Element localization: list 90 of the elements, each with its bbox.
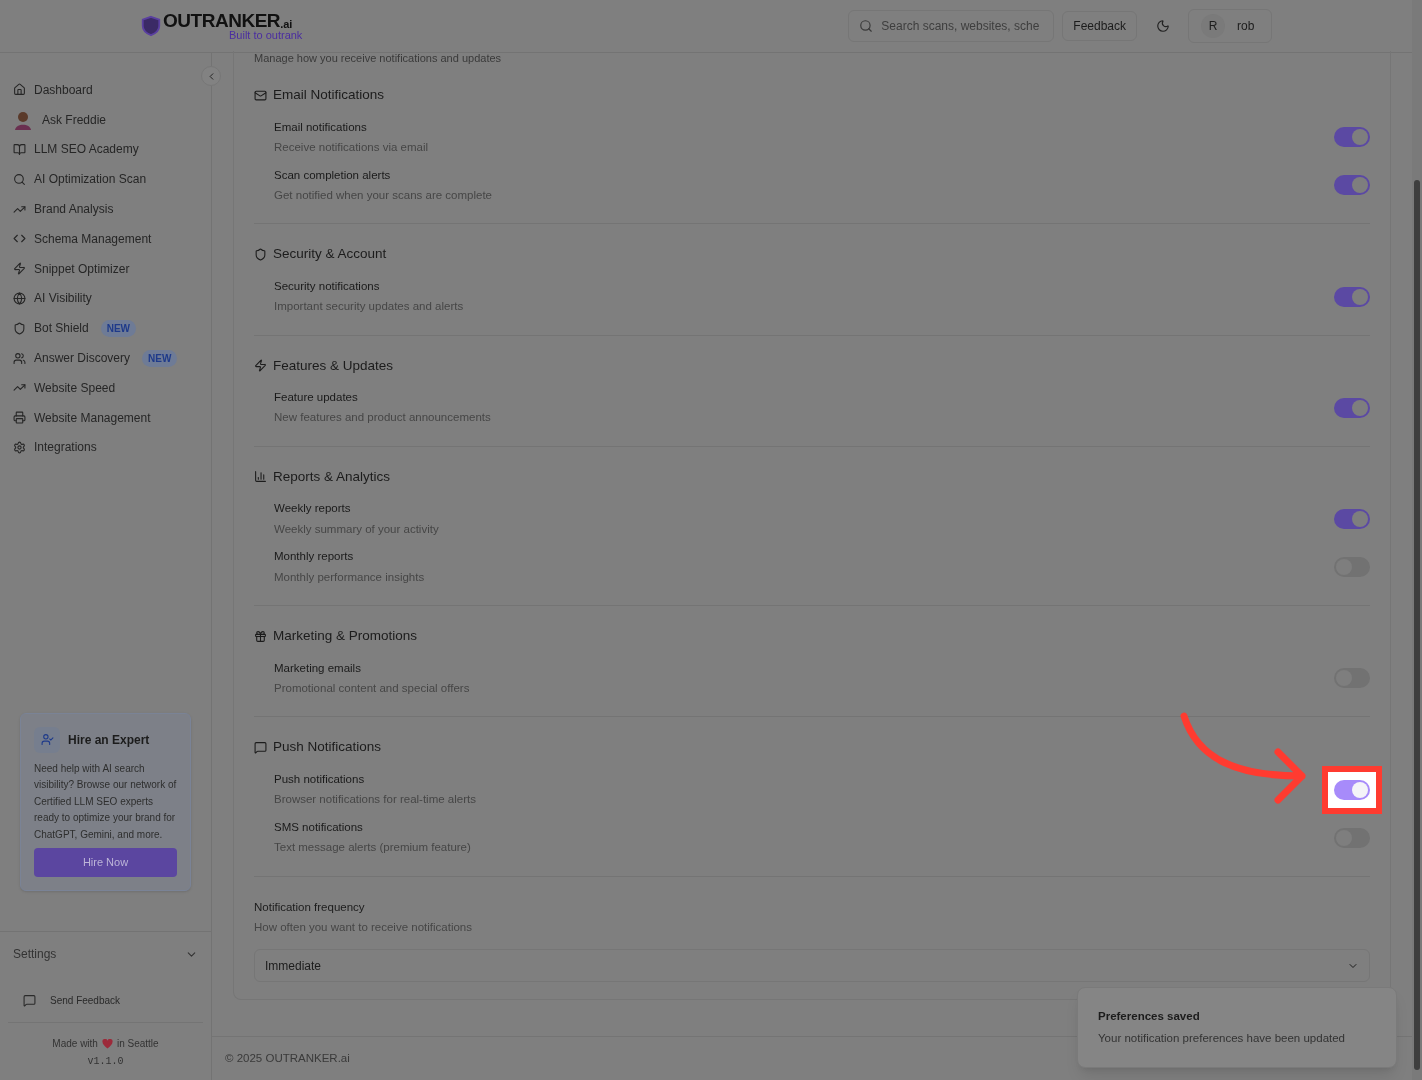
search-icon <box>13 172 26 186</box>
setting-label: SMS notifications <box>274 819 364 835</box>
shield-icon <box>254 247 267 261</box>
sidebar-item[interactable]: Website Management <box>13 402 198 433</box>
setting-description: Promotional content and special offers <box>274 680 470 696</box>
frequency-select[interactable]: Immediate <box>254 949 1370 982</box>
setting-label: Push notifications <box>274 771 366 787</box>
frequency-label: Notification frequency <box>254 899 366 915</box>
shield-icon <box>13 321 26 335</box>
version-label: v1.1.0 <box>87 1055 124 1069</box>
sidebar-item[interactable]: Bot Shield NEW <box>13 313 198 344</box>
sidebar-item[interactable]: Integrations <box>13 432 198 463</box>
lightning-icon <box>254 359 267 373</box>
mail-icon <box>254 88 267 102</box>
setting-label: Marketing emails <box>274 660 362 676</box>
bar-chart-icon <box>254 470 267 484</box>
theme-toggle-icon[interactable] <box>1156 19 1170 33</box>
toggle-switch[interactable] <box>1334 127 1370 148</box>
section-title: Features & Updates <box>273 356 394 375</box>
chat-icon <box>23 994 36 1007</box>
setting-label: Monthly reports <box>274 549 355 565</box>
send-feedback-link[interactable]: Send Feedback <box>23 993 211 1008</box>
home-icon <box>13 83 26 97</box>
sidebar-item[interactable]: Ask Freddie <box>13 104 198 135</box>
footer-copyright: © 2025 OUTRANKER.ai <box>225 1050 350 1066</box>
made-with-text: Made with <box>52 1037 98 1051</box>
setting-label: Email notifications <box>274 119 368 135</box>
logo-icon <box>140 15 162 37</box>
toggle-switch[interactable] <box>1334 779 1370 800</box>
sidebar-item[interactable]: Dashboard <box>13 75 198 105</box>
sidebar-item[interactable]: AI Optimization Scan <box>13 164 198 195</box>
setting-description: Get notified when your scans are complete <box>274 187 492 203</box>
logo-wordmark: OUTRANKER <box>163 11 281 30</box>
settings-icon <box>13 440 26 454</box>
search-icon <box>859 19 874 33</box>
users-icon <box>13 351 26 365</box>
logo-suffix: .ai <box>280 19 293 30</box>
setting-description: Monthly performance insights <box>274 569 425 585</box>
toggle-switch[interactable] <box>1334 397 1370 418</box>
search-input[interactable]: Search scans, websites, sche <box>881 17 1044 35</box>
setting-label: Feature updates <box>274 390 359 405</box>
globe-icon <box>13 291 26 305</box>
lightning-icon <box>13 262 26 276</box>
section-title: Marketing & Promotions <box>273 627 418 645</box>
toast-message: Your notification preferences have been updated <box>1098 1030 1346 1046</box>
chat-icon <box>254 740 267 754</box>
section-title: Email Notifications <box>273 86 385 104</box>
section-title: Reports & Analytics <box>273 467 391 486</box>
expert-icon <box>34 726 60 753</box>
user-menu[interactable]: R rob <box>1188 9 1272 43</box>
new-badge: NEW <box>142 349 178 367</box>
sidebar-item[interactable]: Schema Management <box>13 224 198 254</box>
setting-label: Weekly reports <box>274 501 352 517</box>
sidebar-item[interactable]: Website Speed <box>13 372 198 403</box>
toggle-switch[interactable] <box>1334 509 1370 529</box>
section-title: Push Notifications <box>273 738 382 757</box>
printer-icon <box>13 411 26 425</box>
book-icon <box>13 143 26 156</box>
promo-title: Hire an Expert <box>68 731 150 749</box>
page-subtitle: Manage how you receive notifications and updates <box>254 51 503 65</box>
toast-title: Preferences saved <box>1098 1008 1201 1024</box>
logo-tagline: Built to outrank <box>228 30 303 41</box>
user-avatar: R <box>1201 14 1225 38</box>
section-title: Security & Account <box>273 245 387 264</box>
setting-description: Browser notifications for real-time alerts <box>274 792 476 807</box>
feedback-button[interactable]: Feedback <box>1062 11 1137 41</box>
location-text: in Seattle <box>116 1037 159 1051</box>
user-name: rob <box>1237 18 1255 35</box>
setting-description: New features and product announcements <box>274 410 491 426</box>
setting-label: Scan completion alerts <box>274 167 392 183</box>
toggle-switch[interactable] <box>1334 175 1370 196</box>
settings-toggle[interactable]: Settings <box>13 945 198 963</box>
setting-description: Text message alerts (premium feature) <box>274 840 471 855</box>
avatar-icon <box>13 109 33 130</box>
toggle-switch[interactable] <box>1334 286 1370 307</box>
setting-description: Important security updates and alerts <box>274 299 464 314</box>
heart-icon <box>101 1038 113 1049</box>
setting-label: Security notifications <box>274 278 381 294</box>
collapse-button[interactable] <box>201 66 221 86</box>
sidebar-item[interactable]: Brand Analysis <box>13 194 198 224</box>
gift-icon <box>254 629 267 643</box>
promo-text: Need help with AI search visibility? Browse our network of Certified LLM SEO experts ready to optimize your brand for ChatGPT, Gemini, and more. <box>34 761 177 842</box>
sidebar-item[interactable]: Snippet Optimizer <box>13 253 198 284</box>
sidebar-item[interactable]: Answer Discovery NEW <box>13 343 198 373</box>
search-field[interactable]: Search scans, websites, sche <box>848 10 1055 42</box>
sidebar-item[interactable]: AI Visibility <box>13 283 198 314</box>
hire-now-button[interactable]: Hire Now <box>34 848 177 877</box>
setting-description: Receive notifications via email <box>274 139 429 155</box>
new-badge: NEW <box>100 319 137 337</box>
sidebar-item[interactable]: LLM SEO Academy <box>13 134 198 165</box>
